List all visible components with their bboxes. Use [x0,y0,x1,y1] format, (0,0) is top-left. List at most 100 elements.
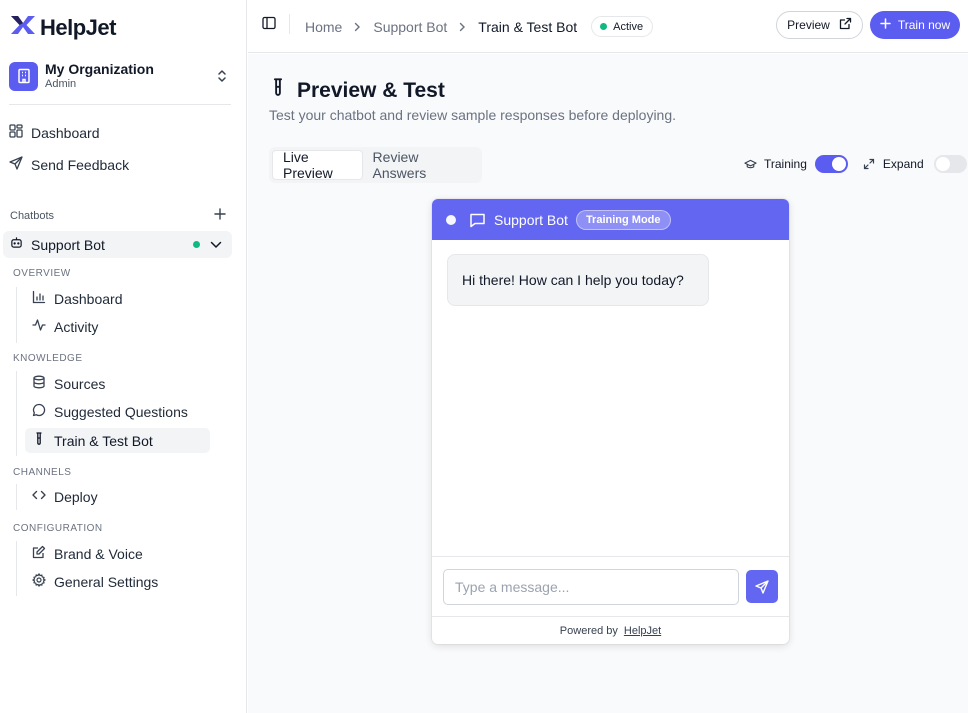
chat-input-area [432,556,789,616]
toggle-knob [831,157,846,171]
chat-widget: Support Bot Training Mode Hi there! How … [432,199,789,644]
page-title-text: Preview & Test [297,79,445,102]
main-content: Preview & Test Test your chatbot and rev… [248,54,968,713]
brand-logo[interactable]: HelpJet [10,14,116,41]
external-link-icon [839,17,852,33]
chat-title: Support Bot [494,211,568,228]
send-icon [9,156,23,173]
page-title: Preview & Test [269,78,445,104]
expand-toggle[interactable] [933,155,967,173]
sidebar: HelpJet My Organization Admin Dashboard [0,0,247,713]
chatbots-header: Chatbots [10,206,226,226]
brand-name: HelpJet [40,14,116,40]
tree-line [16,484,17,510]
section-configuration: CONFIGURATION [13,523,103,534]
nav-brand-voice-label: Brand & Voice [54,545,143,562]
topbar-divider [289,14,290,34]
nav-sources[interactable]: Sources [25,371,210,396]
plus-icon [880,18,891,32]
bot-message-text: Hi there! How can I help you today? [462,272,684,288]
toggle-knob [935,157,950,171]
section-overview: OVERVIEW [13,268,71,279]
nav-send-feedback-label: Send Feedback [31,156,130,173]
toggle-group: Training Expand [744,155,967,173]
nav-suggested-questions[interactable]: Suggested Questions [25,399,210,424]
tab-review-answers[interactable]: Review Answers [363,149,479,181]
nav-activity-label: Activity [54,318,99,335]
org-switcher[interactable]: My Organization Admin [9,60,231,92]
bar-chart-icon [32,290,46,307]
section-knowledge: KNOWLEDGE [13,353,83,364]
breadcrumb: Home Support Bot Train & Test Bot Active [305,16,654,37]
send-button[interactable] [746,570,778,603]
nav-dashboard-sub-label: Dashboard [54,290,123,307]
plus-icon[interactable] [214,207,226,225]
activity-icon [32,318,46,335]
chat-footer: Powered by HelpJet [432,616,789,644]
edit-icon [32,545,46,562]
view-tabs: Live Preview Review Answers [269,147,482,183]
gear-icon [31,572,47,590]
database-icon [32,375,46,392]
page-subtitle: Test your chatbot and review sample resp… [269,107,677,123]
chat-header: Support Bot Training Mode [432,199,789,240]
org-role: Admin [45,78,77,90]
nav-overview-dashboard[interactable]: Dashboard [25,286,210,311]
training-label: Training [764,157,807,171]
breadcrumb-home[interactable]: Home [305,19,342,35]
message-input[interactable] [443,569,739,605]
chevron-right-icon [354,22,361,32]
nav-suggested-questions-label: Suggested Questions [54,403,188,420]
nav-dashboard[interactable]: Dashboard [9,124,100,141]
chevron-right-icon [459,22,466,32]
message-circle-icon [32,403,46,420]
x-logo-icon [10,14,36,41]
preview-button[interactable]: Preview [776,11,863,39]
building-icon [9,61,38,91]
test-tube-icon [32,432,46,449]
nav-train-test-bot[interactable]: Train & Test Bot [25,428,210,453]
tree-line [16,371,17,456]
chevrons-up-down-icon [213,67,231,85]
expand-label: Expand [882,157,924,171]
training-toggle[interactable] [814,155,848,173]
bot-message-bubble: Hi there! How can I help you today? [447,254,709,306]
sidebar-toggle-icon[interactable] [262,16,278,32]
status-badge: Active [591,16,654,37]
top-bar: Home Support Bot Train & Test Bot Active… [248,0,968,53]
nav-deploy[interactable]: Deploy [25,484,210,509]
breadcrumb-support-bot[interactable]: Support Bot [373,19,447,35]
graduation-cap-icon [744,159,757,170]
nav-send-feedback[interactable]: Send Feedback [9,156,129,173]
nav-brand-voice[interactable]: Brand & Voice [25,541,210,566]
nav-general-settings[interactable]: General Settings [25,569,210,594]
train-now-button[interactable]: Train now [870,11,960,39]
chatbot-name: Support Bot [31,236,105,253]
expand-icon [863,158,875,170]
bot-icon [10,236,23,254]
preview-label: Preview [787,18,830,32]
code-icon [32,488,46,505]
chevron-down-icon[interactable] [210,241,222,249]
breadcrumb-current: Train & Test Bot [478,18,578,35]
status-text: Active [613,20,644,33]
online-dot [446,214,456,225]
nav-general-settings-label: General Settings [54,573,159,590]
org-name: My Organization [45,61,154,77]
nav-sources-label: Sources [54,375,106,392]
nav-activity[interactable]: Activity [25,314,210,339]
chatbot-item-support-bot[interactable]: Support Bot [3,231,232,258]
tab-live-preview[interactable]: Live Preview [272,149,363,181]
nav-dashboard-label: Dashboard [31,124,100,141]
send-icon [755,579,769,594]
nav-train-test-label: Train & Test Bot [54,432,153,449]
chatbots-label: Chatbots [10,210,55,222]
powered-by-link[interactable]: HelpJet [624,625,661,637]
message-square-icon [469,212,486,228]
tree-line [16,541,17,596]
sidebar-divider [9,104,231,105]
section-channels: CHANNELS [13,467,72,478]
nav-deploy-label: Deploy [54,488,98,505]
layout-grid-icon [9,124,23,141]
powered-by-text: Powered by [559,624,618,637]
